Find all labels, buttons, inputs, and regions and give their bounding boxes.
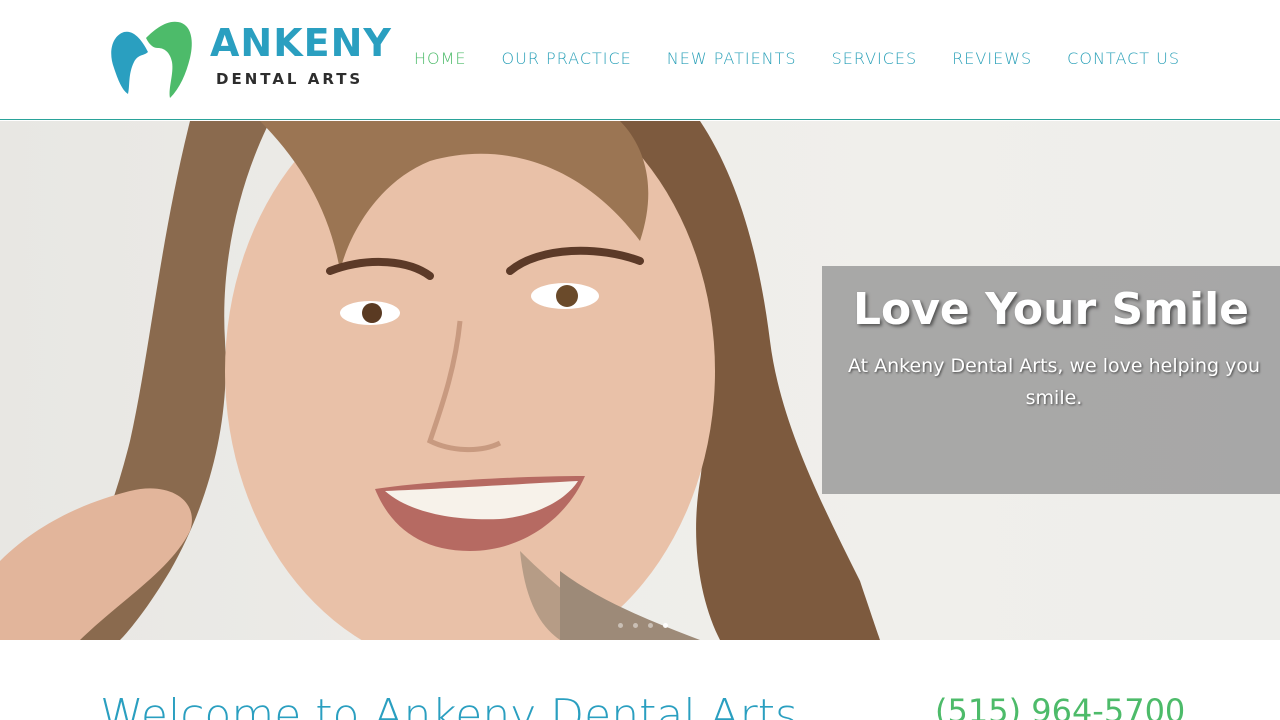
slide-caption: Love Your Smile At Ankeny Dental Arts, w… bbox=[822, 266, 1280, 494]
welcome-heading: Welcome to Ankeny Dental Arts bbox=[100, 690, 798, 720]
slider-dot[interactable] bbox=[648, 623, 653, 628]
slider-dot[interactable] bbox=[633, 623, 638, 628]
slider-dots bbox=[618, 623, 668, 628]
nav-contact-us[interactable]: CONTACT US bbox=[1067, 49, 1180, 68]
nav-new-patients[interactable]: NEW PATIENTS bbox=[667, 49, 797, 68]
slider-dot[interactable] bbox=[618, 623, 623, 628]
brand-name: ANKENY bbox=[210, 21, 392, 65]
main-nav: HOME OUR PRACTICE NEW PATIENTS SERVICES … bbox=[414, 49, 1180, 68]
nav-our-practice[interactable]: OUR PRACTICE bbox=[502, 49, 632, 68]
brand-subtitle: DENTAL ARTS bbox=[216, 70, 364, 88]
hero-slider: Love Your Smile At Ankeny Dental Arts, w… bbox=[0, 121, 1280, 640]
slide-title: Love Your Smile bbox=[852, 284, 1250, 335]
nav-home[interactable]: HOME bbox=[414, 49, 467, 68]
phone-number[interactable]: (515) 964-5700 bbox=[935, 692, 1185, 720]
nav-reviews[interactable]: REVIEWS bbox=[952, 49, 1032, 68]
slide-text: At Ankeny Dental Arts, we love helping y… bbox=[847, 355, 1261, 409]
slider-dot-active[interactable] bbox=[663, 623, 668, 628]
site-header: ANKENY DENTAL ARTS HOME OUR PRACTICE NEW… bbox=[0, 0, 1280, 120]
nav-services[interactable]: SERVICES bbox=[832, 49, 918, 68]
logo-link[interactable]: ANKENY DENTAL ARTS bbox=[108, 18, 391, 102]
tooth-logo-icon bbox=[111, 21, 192, 98]
